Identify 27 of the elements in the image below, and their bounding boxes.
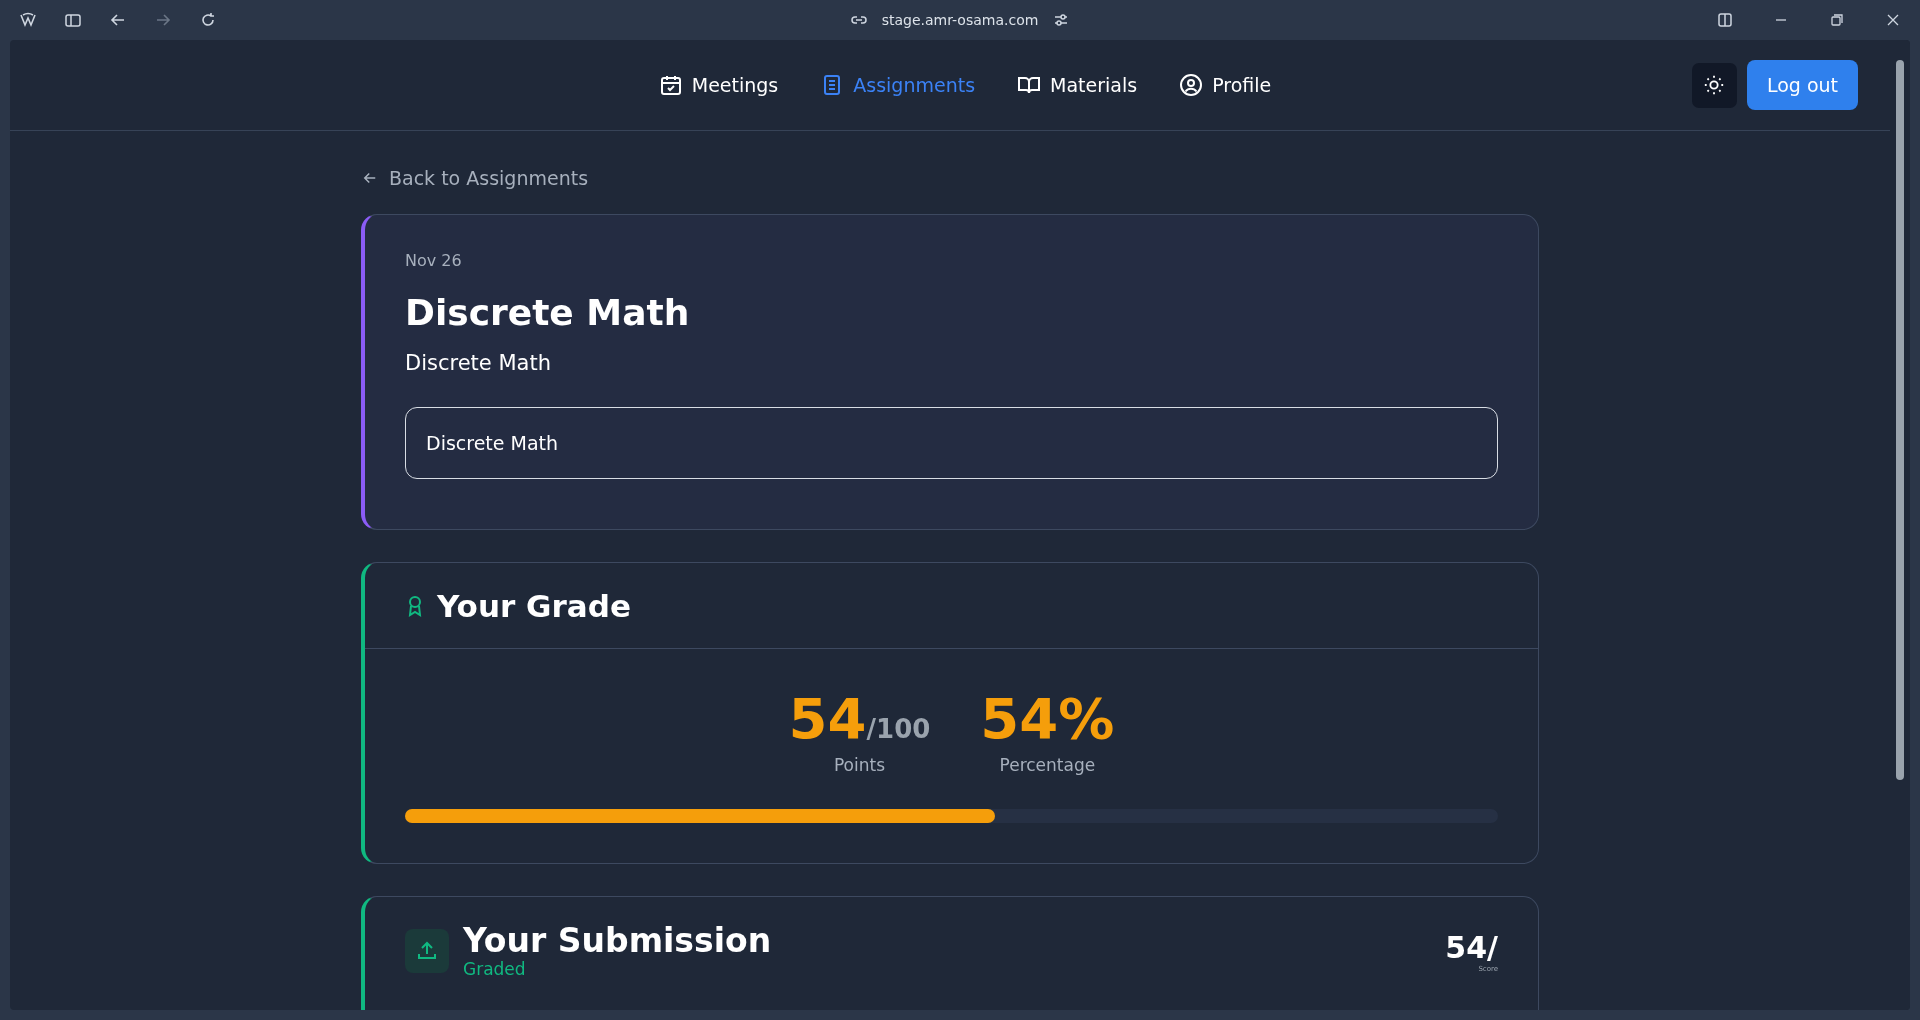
percentage-label: Percentage: [999, 755, 1096, 775]
assignment-date: Nov 26: [405, 251, 463, 270]
grade-heading: Your Grade: [437, 587, 631, 624]
assignment-description: Discrete Math: [405, 407, 1498, 479]
user-icon: [1179, 73, 1204, 97]
address-bar-url[interactable]: stage.amr-osama.com: [881, 12, 1039, 28]
restore-icon[interactable]: [1828, 11, 1846, 29]
submission-status: Graded: [463, 959, 527, 980]
sun-icon: [1703, 74, 1726, 96]
submission-score: 54/: [1445, 929, 1498, 965]
assignment-subtitle: Discrete Math: [405, 351, 552, 375]
nav-tab[interactable]: Materials: [1017, 73, 1138, 97]
nav-tab[interactable]: Profile: [1179, 73, 1272, 97]
points-label: Points: [833, 755, 885, 775]
submission-heading: Your Submission: [463, 923, 773, 960]
points-total: /100: [866, 714, 931, 744]
nav-tab[interactable]: Meetings: [658, 73, 779, 97]
percentage-value: 54%: [980, 691, 1115, 747]
calendar-icon: [658, 73, 683, 97]
back-link[interactable]: Back to Assignments: [361, 167, 589, 189]
assignment-title: Discrete Math: [405, 292, 691, 333]
split-view-icon[interactable]: [1716, 11, 1734, 29]
points-value: 54: [788, 691, 867, 747]
upload-icon: [405, 929, 449, 974]
nav-tab[interactable]: Assignments: [820, 73, 976, 97]
logout-button[interactable]: Log out: [1746, 60, 1858, 110]
theme-toggle-button[interactable]: [1691, 62, 1737, 108]
